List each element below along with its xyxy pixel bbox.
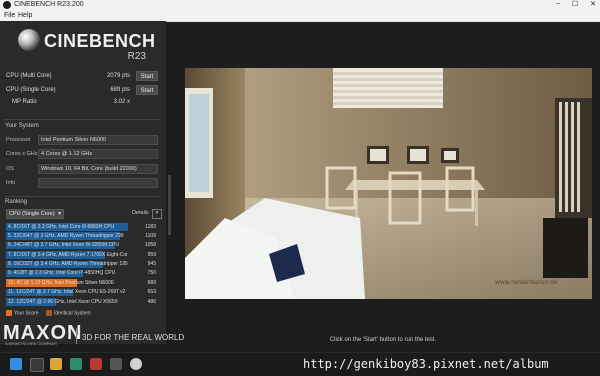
- ranking-mode-value: CPU (Single Core): [9, 211, 55, 217]
- ranking-row-label: 12. 12C/24T @ 2.66 GHz, Intel Xeon CPU X…: [8, 298, 118, 305]
- score-multi-label: CPU (Multi Core): [6, 73, 52, 79]
- render-watermark: www.renderbaron.de: [495, 279, 558, 286]
- ranking-row-label: 10. 4C @ 1.12 GHz, Intel Pentium Silver …: [8, 279, 114, 286]
- info-field[interactable]: [38, 178, 158, 188]
- ranking-row-score: 653: [147, 289, 156, 296]
- mp-ratio-value: 3.02 x: [113, 99, 130, 105]
- title-bar: CINEBENCH R23.200 – ☐ ✕: [0, 0, 600, 10]
- score-single-row: CPU (Single Core) 689 pts Start: [6, 85, 158, 96]
- system-value: Intel Pentium Silver N6000: [38, 135, 158, 145]
- system-key: Cores x GHz: [6, 151, 38, 157]
- ranking-list: 4. 8C/16T @ 2.3 GHz, Intel Core i9-9880H…: [6, 222, 156, 307]
- app-icon: [3, 1, 11, 9]
- identical-swatch: [45, 310, 52, 316]
- ranking-row[interactable]: 8. 16C/32T @ 3.4 GHz, AMD Ryzen Threadri…: [6, 260, 156, 269]
- ranking-row-score: 486: [147, 298, 156, 305]
- search-icon[interactable]: [30, 358, 44, 372]
- ranking-row-label: 6. 24C/48T @ 2.7 GHz, Intel Xeon W-3265M…: [8, 242, 120, 249]
- score-single-value: 689 pts: [110, 87, 130, 93]
- maxon-subtitle: A NEMETSCHEK COMPANY: [5, 341, 58, 346]
- render-viewport: www.renderbaron.de: [185, 68, 592, 299]
- logo-name: CINEBENCH: [44, 31, 156, 51]
- logo-version: R23: [127, 51, 146, 62]
- details-label: Details: [132, 210, 149, 216]
- cinebench-sphere-icon: [18, 29, 40, 51]
- ranking-row-score: 689: [147, 279, 156, 286]
- ranking-row[interactable]: 4. 8C/16T @ 2.3 GHz, Intel Core i9-9880H…: [6, 222, 156, 231]
- system-value: Windows 10, 64 Bit, Core (build 22000): [38, 164, 158, 174]
- tagline: 3D FOR THE REAL WORLD: [82, 333, 185, 342]
- render-scene: www.renderbaron.de: [185, 68, 592, 299]
- maximize-button[interactable]: ☐: [572, 0, 578, 10]
- start-single-button[interactable]: Start: [136, 85, 158, 95]
- system-row-os: OS Windows 10, 64 Bit, Core (build 22000…: [6, 164, 158, 175]
- ranking-row-score: 945: [147, 261, 156, 268]
- ranking-row[interactable]: 9. 4C/8T @ 2.3 GHz, Intel Core i7-4850HQ…: [6, 269, 156, 278]
- ranking-row-label: 5. 32C/64T @ 3 GHz, AMD Ryzen Threadripp…: [8, 232, 124, 239]
- ranking-mode-select[interactable]: CPU (Single Core) ▾: [6, 209, 64, 219]
- system-row-processor: Processor Intel Pentium Silver N6000: [6, 135, 158, 146]
- system-key: Info: [6, 180, 16, 186]
- system-key: Processor: [6, 137, 31, 143]
- legend-your-score: Your Score: [14, 310, 39, 317]
- system-value: 4 Cores @ 1.12 GHz: [38, 149, 158, 159]
- ranking-row-score: 959: [147, 251, 156, 258]
- ranking-heading: Ranking: [5, 199, 28, 205]
- score-single-label: CPU (Single Core): [6, 87, 56, 93]
- mp-ratio-label: MP Ratio: [12, 99, 37, 105]
- store-icon[interactable]: [90, 358, 102, 370]
- legend-identical: Identical System: [53, 310, 91, 317]
- start-multi-button[interactable]: Start: [136, 71, 158, 81]
- menu-file[interactable]: File: [4, 12, 15, 19]
- ranking-row-score: 1183: [145, 223, 156, 230]
- cinebench-logo: CINEBENCH R23: [18, 29, 155, 65]
- ranking-row[interactable]: 6. 24C/48T @ 2.7 GHz, Intel Xeon W-3265M…: [6, 241, 156, 250]
- task-view-icon[interactable]: [110, 358, 122, 370]
- windows-icon[interactable]: [10, 358, 22, 370]
- ranking-row[interactable]: 11. 12C/24T @ 2.7 GHz, Intel Xeon CPU E5…: [6, 288, 156, 297]
- ranking-row-label: 11. 12C/24T @ 2.7 GHz, Intel Xeon CPU E5…: [8, 289, 126, 296]
- score-multi-row: CPU (Multi Core) 2079 pts Start: [6, 71, 158, 82]
- ranking-row[interactable]: 7. 8C/16T @ 3.4 GHz, AMD Ryzen 7 1700X E…: [6, 250, 156, 259]
- divider: [4, 119, 160, 120]
- status-text: Click on the 'Start' button to run the t…: [329, 337, 437, 343]
- divider: [4, 196, 160, 197]
- cinebench-icon[interactable]: [130, 358, 142, 370]
- chevron-down-icon: ▾: [58, 211, 61, 217]
- ranking-legend: Your Score Identical System: [6, 310, 91, 316]
- panel-scrollbar[interactable]: [168, 175, 171, 235]
- system-row-cores: Cores x GHz 4 Cores @ 1.12 GHz: [6, 149, 158, 160]
- window-controls: – ☐ ✕: [556, 0, 596, 10]
- close-button[interactable]: ✕: [590, 0, 596, 10]
- minimize-button[interactable]: –: [556, 0, 560, 10]
- ranking-row[interactable]: 5. 32C/64T @ 3 GHz, AMD Ryzen Threadripp…: [6, 231, 156, 240]
- ranking-row-label: 9. 4C/8T @ 2.3 GHz, Intel Core i7-4850HQ…: [8, 270, 116, 277]
- branding-divider: [76, 328, 77, 344]
- ranking-row-score: 1109: [145, 232, 156, 239]
- ranking-row-label: 8. 16C/32T @ 3.4 GHz, AMD Ryzen Threadri…: [8, 261, 128, 268]
- your-system-heading: Your System: [5, 123, 39, 129]
- ranking-row[interactable]: 12. 12C/24T @ 2.66 GHz, Intel Xeon CPU X…: [6, 297, 156, 306]
- window-title: CINEBENCH R23.200: [14, 1, 84, 8]
- explorer-icon[interactable]: [50, 358, 62, 370]
- ranking-row-label: 7. 8C/16T @ 3.4 GHz, AMD Ryzen 7 1700X E…: [8, 251, 128, 258]
- menu-help[interactable]: Help: [18, 12, 32, 19]
- system-row-info: Info: [6, 178, 158, 189]
- ranking-row-your-score[interactable]: 10. 4C @ 1.12 GHz, Intel Pentium Silver …: [6, 278, 156, 287]
- your-score-swatch: [6, 310, 12, 316]
- details-toggle-button[interactable]: ▾: [152, 209, 162, 219]
- system-key: OS: [6, 166, 14, 172]
- ranking-row-score: 750: [147, 270, 156, 277]
- score-multi-value: 2079 pts: [106, 73, 130, 79]
- mp-ratio-row: MP Ratio 3.02 x: [6, 97, 158, 108]
- ranking-row-label: 4. 8C/16T @ 2.3 GHz, Intel Core i9-9880H…: [8, 223, 115, 230]
- edge-icon[interactable]: [70, 358, 82, 370]
- ranking-row-score: 1058: [144, 242, 156, 249]
- footer-watermark: http://genkiboy83.pixnet.net/album: [303, 357, 549, 371]
